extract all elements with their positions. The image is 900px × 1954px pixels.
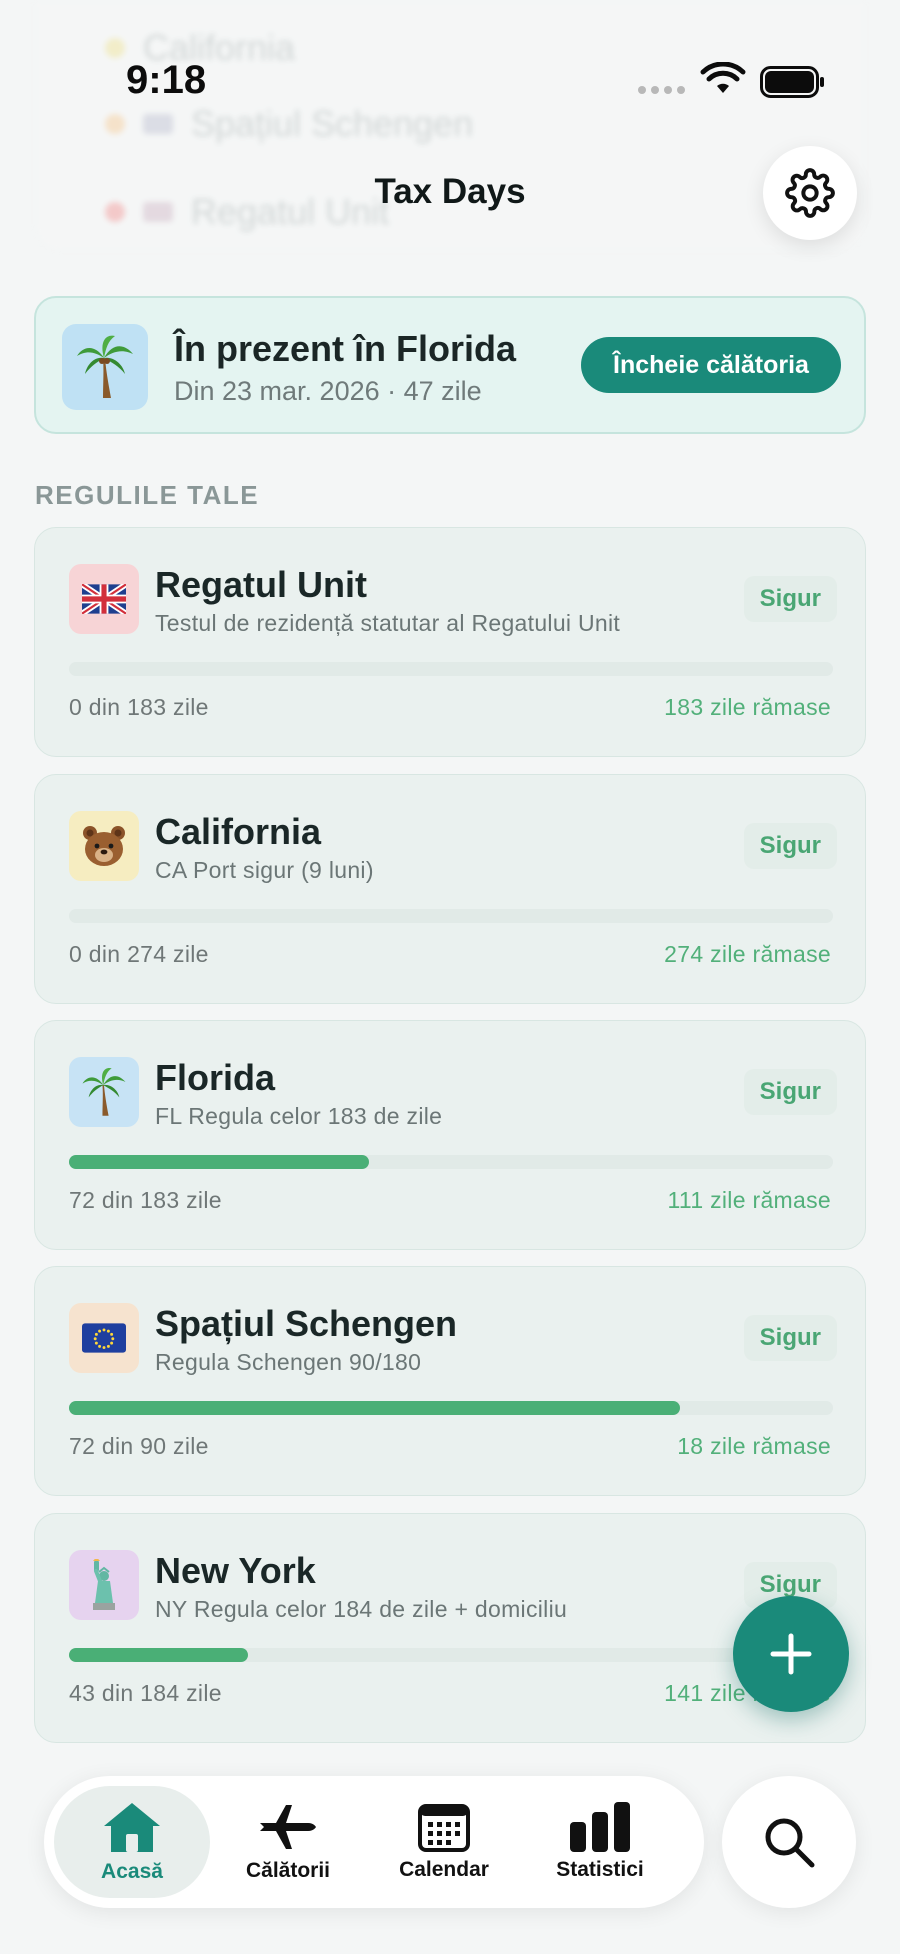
gear-icon bbox=[785, 168, 835, 218]
calendar-icon bbox=[418, 1804, 470, 1852]
progress-fill bbox=[69, 1648, 248, 1662]
search-icon bbox=[765, 1818, 815, 1868]
tab-label: Statistici bbox=[556, 1858, 644, 1881]
uk-flag-icon bbox=[69, 564, 139, 634]
rule-remaining: 274 zile rămase bbox=[664, 941, 831, 967]
progress-fill bbox=[69, 1155, 370, 1169]
progress-bar bbox=[69, 1155, 833, 1169]
rule-description: FL Regula celor 183 de zile bbox=[155, 1103, 443, 1129]
tab-label: Calendar bbox=[399, 1858, 489, 1881]
rule-name: Florida bbox=[155, 1057, 276, 1098]
settings-button[interactable] bbox=[763, 146, 857, 240]
rule-description: NY Regula celor 184 de zile + domiciliu bbox=[155, 1596, 568, 1622]
rule-card-uk[interactable]: Regatul Unit Testul de rezidență statuta… bbox=[34, 527, 866, 757]
bear-icon bbox=[69, 811, 139, 881]
rule-description: CA Port sigur (9 luni) bbox=[155, 857, 374, 883]
status-badge: Sigur bbox=[743, 823, 837, 869]
battery-icon bbox=[760, 66, 824, 98]
plus-icon bbox=[770, 1633, 812, 1675]
status-bar: 9:18 bbox=[0, 0, 900, 170]
current-location-subtitle: Din 23 mar. 2026 · 47 zile bbox=[174, 376, 482, 406]
tab-home[interactable]: Acasă bbox=[54, 1786, 210, 1898]
palm-tree-icon bbox=[69, 1057, 139, 1127]
rule-name: Regatul Unit bbox=[155, 564, 367, 605]
progress-fill bbox=[69, 1401, 681, 1415]
rule-count: 72 din 183 zile bbox=[69, 1187, 222, 1213]
status-badge: Sigur bbox=[743, 1315, 837, 1361]
tab-calendar[interactable]: Calendar bbox=[366, 1786, 522, 1898]
eu-flag-icon bbox=[69, 1303, 139, 1373]
rule-count: 43 din 184 zile bbox=[69, 1680, 222, 1706]
progress-bar bbox=[69, 662, 833, 676]
rule-card-schengen[interactable]: Spațiul Schengen Regula Schengen 90/180 … bbox=[34, 1266, 866, 1496]
statue-of-liberty-icon bbox=[69, 1550, 139, 1620]
home-icon bbox=[104, 1803, 160, 1852]
section-title: REGULILE TALE bbox=[35, 480, 260, 510]
add-trip-button[interactable] bbox=[733, 1596, 849, 1712]
rule-description: Regula Schengen 90/180 bbox=[155, 1349, 422, 1375]
rule-description: Testul de rezidență statutar al Regatulu… bbox=[155, 610, 621, 636]
bar-chart-icon bbox=[570, 1802, 630, 1852]
status-badge: Sigur bbox=[743, 1069, 837, 1115]
progress-bar bbox=[69, 1401, 833, 1415]
status-badge: Sigur bbox=[743, 576, 837, 622]
progress-bar bbox=[69, 1648, 833, 1662]
rule-count: 72 din 90 zile bbox=[69, 1433, 209, 1459]
tab-label: Călătorii bbox=[245, 1859, 331, 1882]
current-location-card[interactable]: În prezent în Florida Din 23 mar. 2026 ·… bbox=[34, 296, 866, 434]
end-trip-button[interactable]: Încheie călătoria bbox=[581, 337, 841, 393]
search-button[interactable] bbox=[722, 1776, 856, 1908]
rule-remaining: 183 zile rămase bbox=[664, 694, 831, 720]
rule-name: California bbox=[155, 811, 322, 852]
palm-tree-icon bbox=[62, 324, 148, 410]
rule-remaining: 111 zile rămase bbox=[667, 1187, 831, 1213]
rule-card-florida[interactable]: Florida FL Regula celor 183 de zile Sigu… bbox=[34, 1020, 866, 1250]
rule-card-california[interactable]: California CA Port sigur (9 luni) Sigur … bbox=[34, 774, 866, 1004]
rule-count: 0 din 183 zile bbox=[69, 694, 209, 720]
tab-trips[interactable]: Călătorii bbox=[210, 1786, 366, 1898]
tab-bar: Acasă Călătorii Calendar Statistici bbox=[44, 1776, 704, 1908]
tab-statistics[interactable]: Statistici bbox=[522, 1786, 678, 1898]
rule-name: New York bbox=[155, 1550, 316, 1591]
airplane-icon bbox=[260, 1805, 316, 1849]
progress-bar bbox=[69, 909, 833, 923]
wifi-icon bbox=[700, 62, 746, 93]
cellular-signal-icon bbox=[638, 86, 685, 94]
tab-label: Acasă bbox=[101, 1860, 163, 1883]
current-location-title: În prezent în Florida bbox=[174, 328, 517, 369]
status-time: 9:18 bbox=[126, 58, 207, 102]
rule-name: Spațiul Schengen bbox=[155, 1303, 458, 1344]
rule-remaining: 18 zile rămase bbox=[677, 1433, 831, 1459]
rule-count: 0 din 274 zile bbox=[69, 941, 209, 967]
